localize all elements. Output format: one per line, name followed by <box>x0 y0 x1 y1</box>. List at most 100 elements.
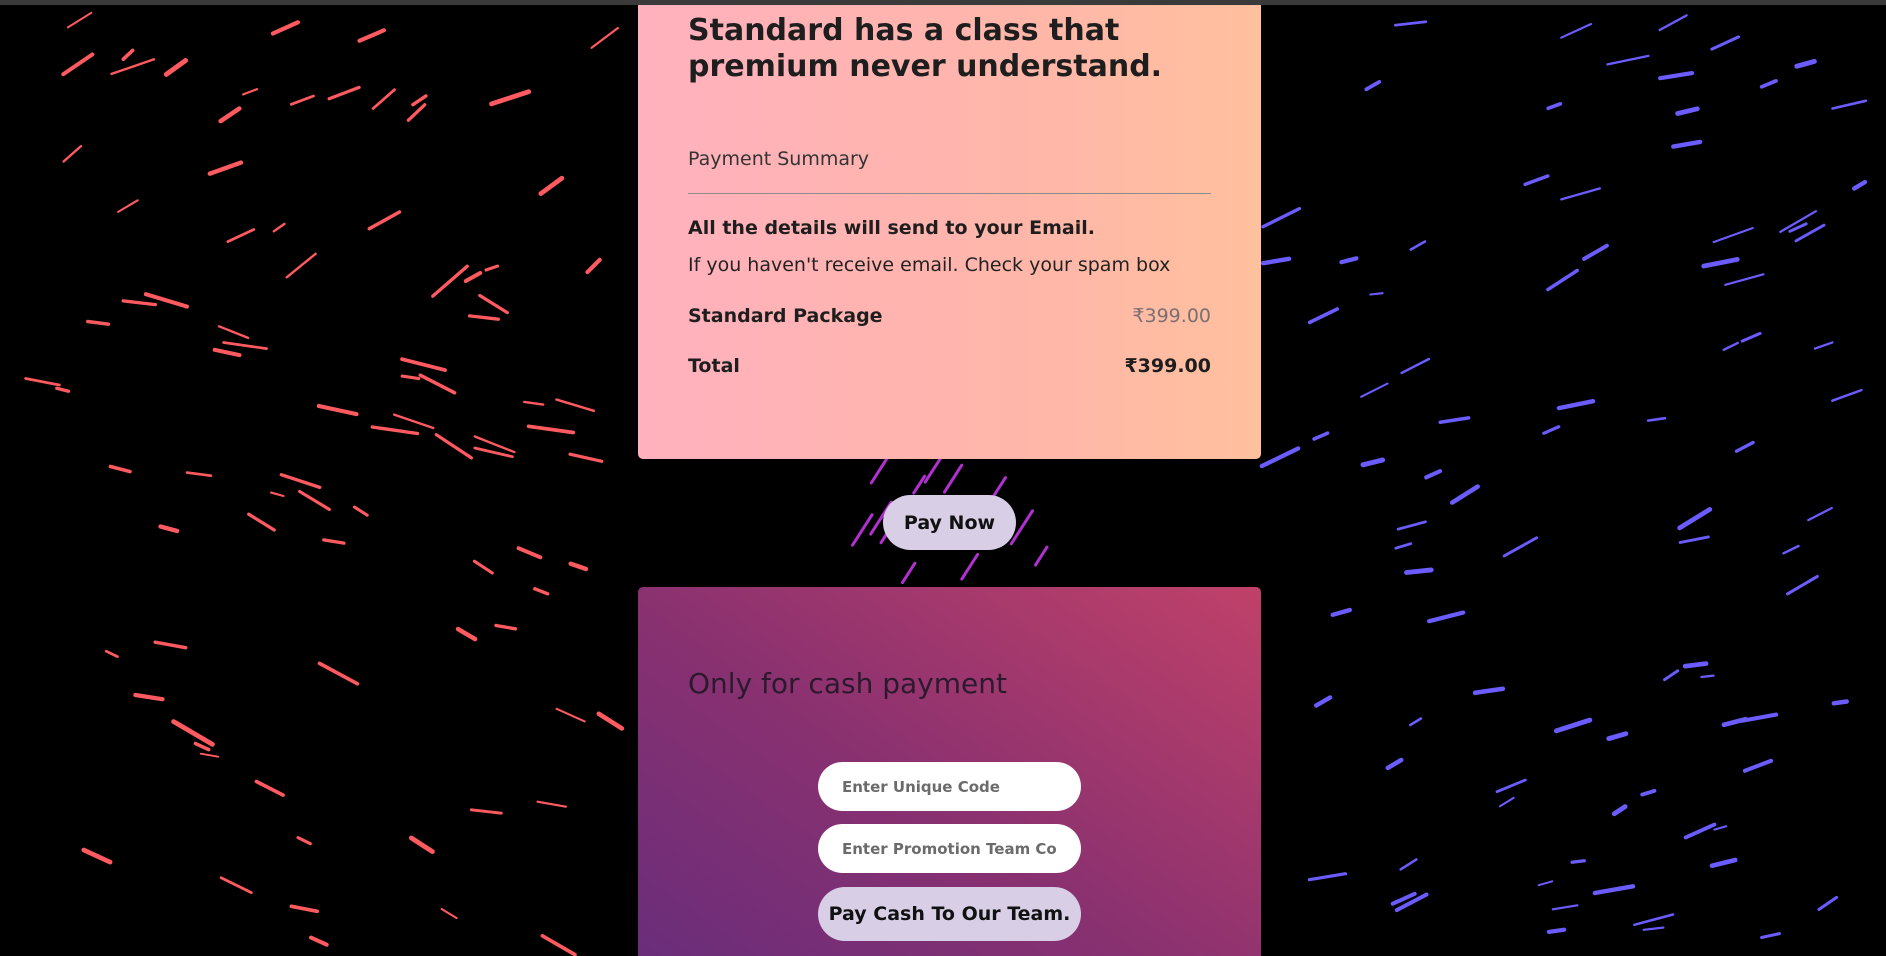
streak-mark <box>1633 913 1675 927</box>
streak-mark <box>1724 273 1765 286</box>
streak-mark <box>463 270 483 284</box>
streak-mark <box>1582 243 1609 261</box>
streak-mark <box>912 474 927 495</box>
promotion-team-code-input[interactable] <box>818 824 1081 873</box>
streak-mark <box>851 513 874 547</box>
streak-mark <box>1760 932 1781 940</box>
streak-mark <box>153 640 188 650</box>
streak-mark <box>1537 880 1554 887</box>
cash-payment-card: Only for cash payment Pay Cash To Our Te… <box>638 587 1261 956</box>
streak-mark <box>1404 567 1434 575</box>
streak-mark <box>400 374 421 381</box>
streak-mark <box>55 386 71 393</box>
streak-mark <box>1546 927 1567 934</box>
streak-mark <box>121 299 158 307</box>
total-label: Total <box>688 355 740 377</box>
streak-mark <box>1785 574 1819 596</box>
streak-mark <box>298 489 331 512</box>
streak-mark <box>516 546 543 560</box>
streak-mark <box>568 452 604 463</box>
streak-mark <box>1259 446 1301 469</box>
streak-mark <box>1794 58 1817 69</box>
streak-mark <box>285 252 317 279</box>
streak-mark <box>1502 536 1539 558</box>
streak-mark <box>418 373 457 395</box>
streak-mark <box>1721 716 1748 728</box>
summary-divider <box>688 193 1211 194</box>
streak-mark <box>1312 431 1330 441</box>
streak-mark <box>222 341 268 350</box>
streak-mark <box>522 400 545 406</box>
streak-mark <box>923 456 943 484</box>
streak-mark <box>484 264 500 272</box>
streak-mark <box>121 48 135 62</box>
streak-mark <box>901 561 917 585</box>
streak-mark <box>371 88 396 110</box>
cash-payment-title: Only for cash payment <box>688 667 1007 700</box>
streak-mark <box>1831 699 1849 706</box>
streak-mark <box>1570 859 1586 864</box>
streak-mark <box>247 512 276 532</box>
streak-mark <box>1592 884 1636 896</box>
streak-mark <box>1313 695 1333 708</box>
streak-mark <box>469 808 503 815</box>
streak-mark <box>1551 904 1579 911</box>
streak-mark <box>212 347 242 358</box>
streak-mark <box>270 20 301 36</box>
streak-mark <box>1330 607 1352 617</box>
streak-mark <box>1713 825 1728 831</box>
payment-summary-label: Payment Summary <box>688 148 870 170</box>
streak-mark <box>1546 102 1563 111</box>
streak-mark <box>408 835 435 855</box>
streak-mark <box>1546 268 1579 292</box>
streak-mark <box>1385 757 1404 771</box>
package-price: ₹399.00 <box>1132 305 1211 327</box>
streak-mark <box>1393 20 1428 27</box>
streak-mark <box>960 552 980 581</box>
streak-mark <box>1560 22 1593 39</box>
streak-mark <box>1409 717 1423 727</box>
streak-mark <box>289 94 315 106</box>
streak-mark <box>1852 179 1868 191</box>
pay-now-button[interactable]: Pay Now <box>883 495 1016 550</box>
streak-mark <box>489 89 532 107</box>
streak-mark <box>1807 506 1833 522</box>
streak-mark <box>110 58 156 76</box>
package-row: Standard Package ₹399.00 <box>688 305 1211 327</box>
streak-mark <box>1449 484 1480 505</box>
pay-cash-button[interactable]: Pay Cash To Our Team. <box>818 887 1081 941</box>
streak-mark <box>555 707 586 723</box>
streak-mark <box>1611 804 1628 817</box>
streak-mark <box>943 463 964 494</box>
streak-mark <box>536 800 567 808</box>
streak-mark <box>370 425 420 436</box>
streak-mark <box>526 424 576 435</box>
streak-mark <box>1438 416 1471 424</box>
streak-mark <box>1663 669 1680 682</box>
streak-mark <box>440 907 458 920</box>
streak-mark <box>158 524 180 534</box>
streak-mark <box>455 626 478 642</box>
streak-mark <box>117 199 139 213</box>
payment-summary-card: Standard has a class that premium never … <box>638 5 1261 459</box>
streak-mark <box>1498 796 1515 808</box>
streak-mark <box>1360 382 1389 398</box>
streak-mark <box>1701 257 1740 269</box>
page-background: Standard has a class that premium never … <box>0 0 1886 956</box>
streak-mark <box>1678 535 1710 544</box>
unique-code-input[interactable] <box>818 762 1081 811</box>
streak-mark <box>1658 14 1688 32</box>
streak-mark <box>219 876 253 895</box>
streak-mark <box>185 471 213 478</box>
streak-mark <box>199 752 220 758</box>
streak-mark <box>62 144 83 163</box>
streak-mark <box>1339 256 1359 265</box>
streak-mark <box>1369 292 1384 296</box>
streak-mark <box>1034 545 1049 567</box>
total-row: Total ₹399.00 <box>688 355 1211 377</box>
streak-mark <box>472 559 494 575</box>
streak-mark <box>1556 399 1596 411</box>
streak-mark <box>1813 341 1834 350</box>
email-notice: All the details will send to your Email. <box>688 217 1095 239</box>
streak-mark <box>1394 542 1413 550</box>
